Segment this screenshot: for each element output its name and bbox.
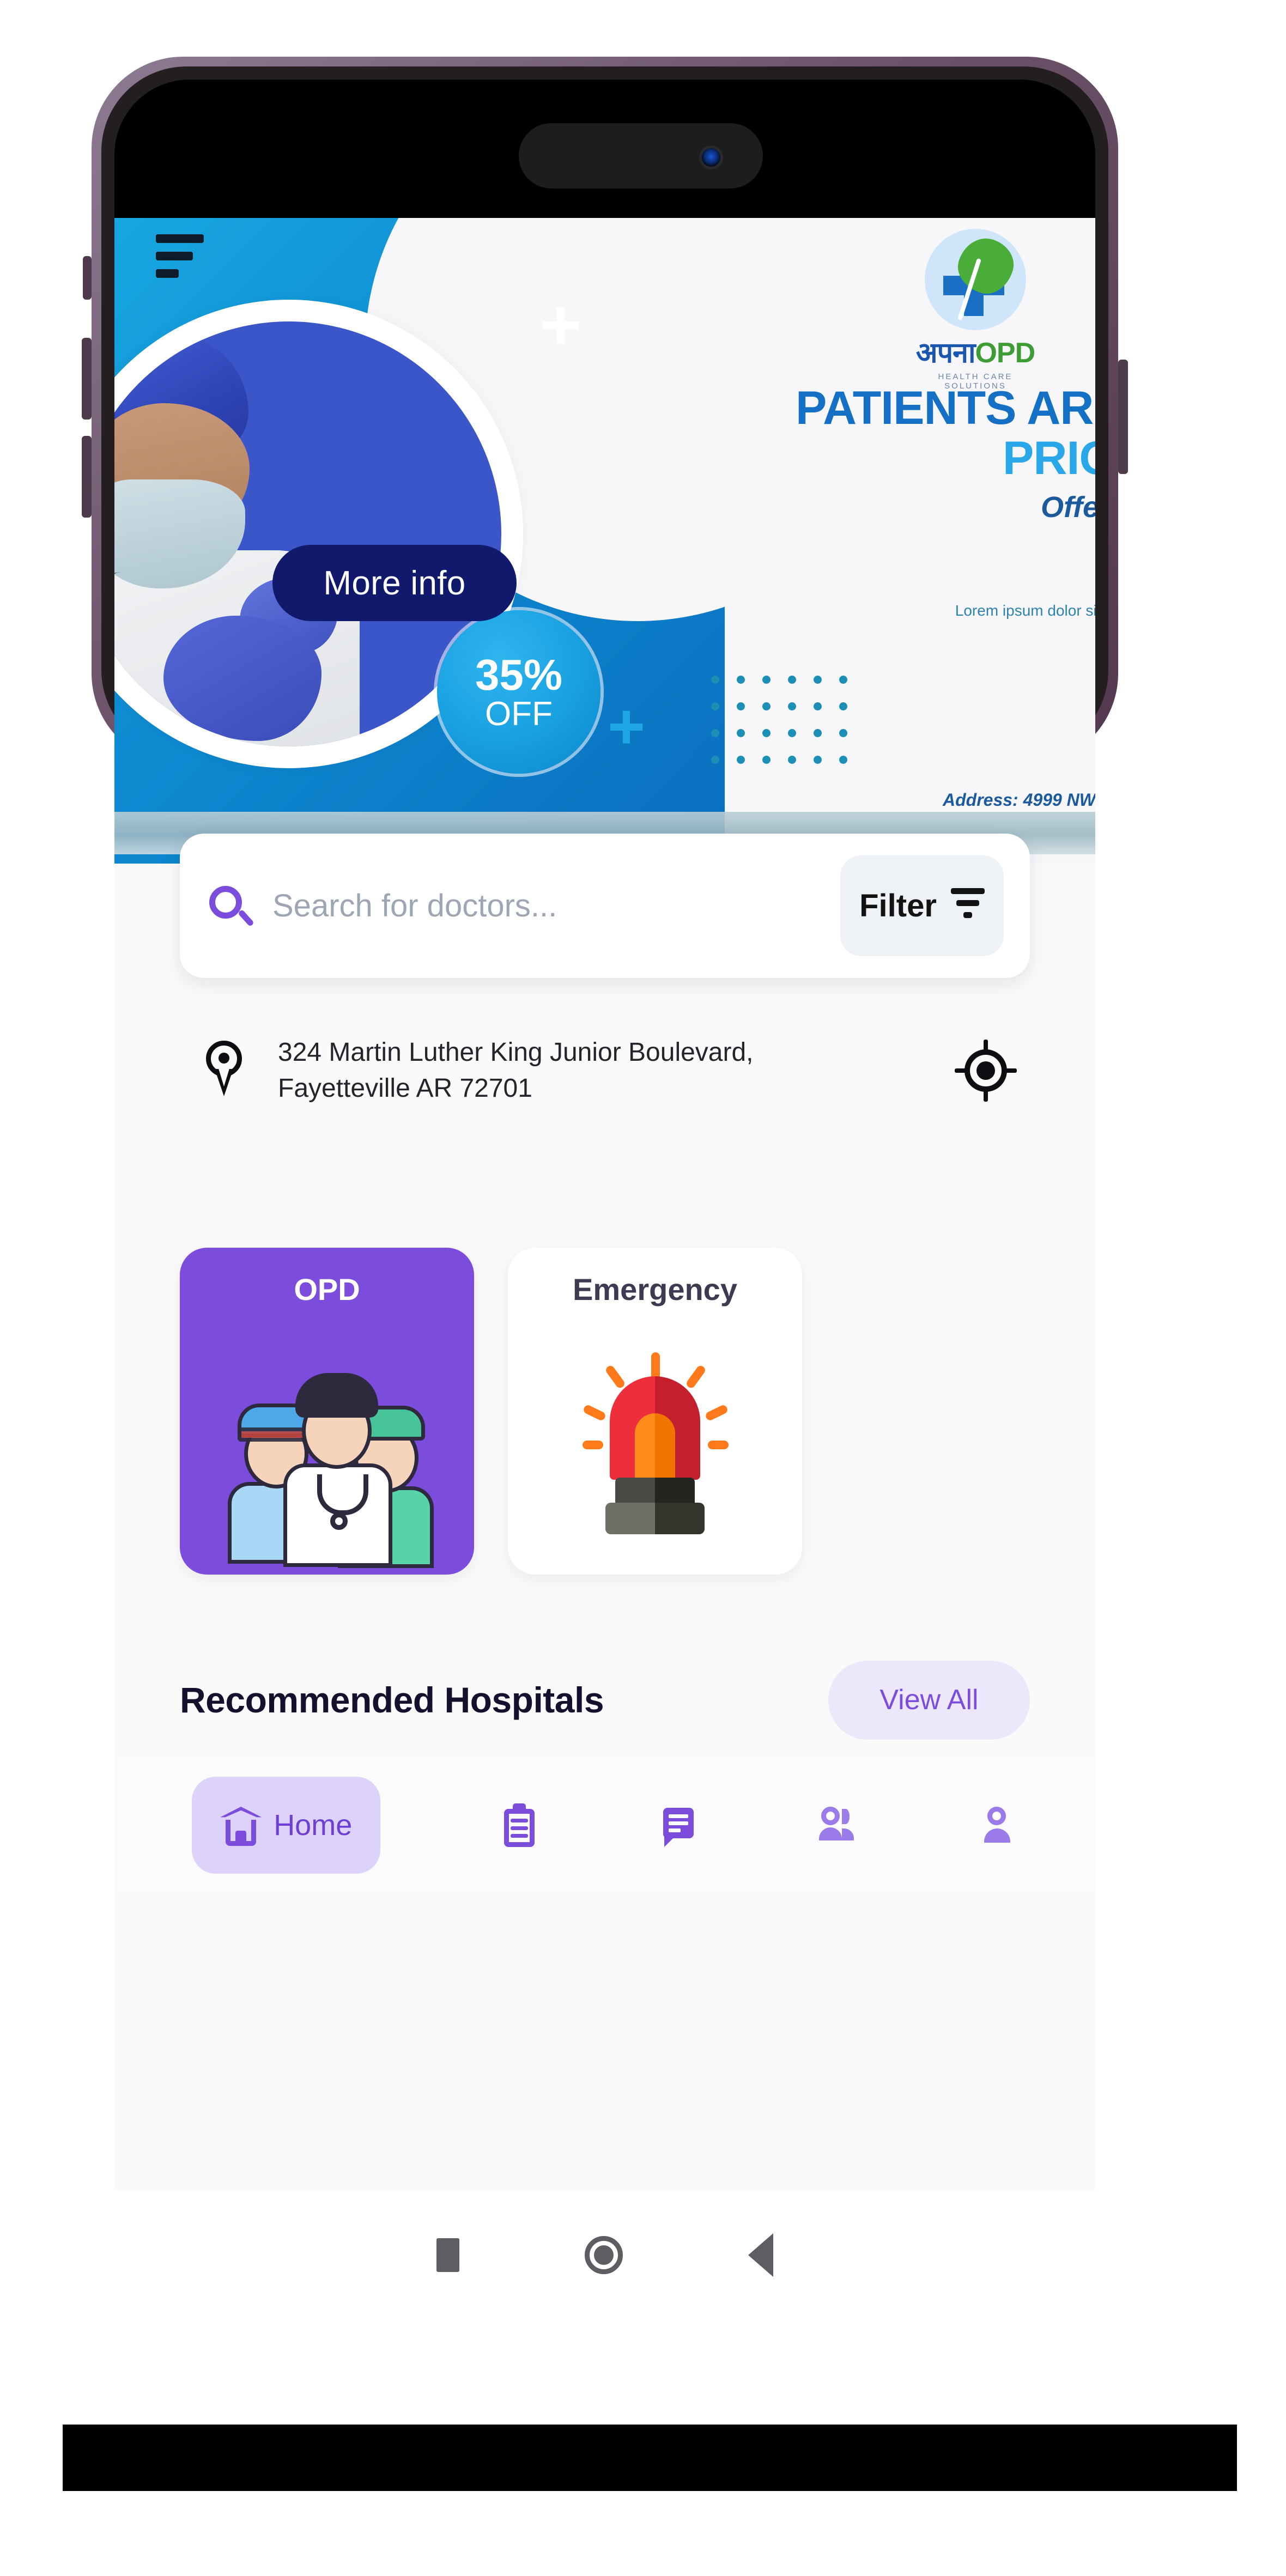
nav-item-profile[interactable] [976, 1777, 1018, 1874]
filter-icon [950, 888, 985, 924]
apnaopd-logo: अपनाOPD HEALTH CARE SOLUTIONS [910, 229, 1041, 391]
plus-decoration-top-icon: + [539, 284, 582, 364]
home-icon [220, 1803, 262, 1847]
banner-subheadline: Offers for you [1041, 491, 1095, 524]
bottom-navigation-bar: Home [114, 1760, 1095, 1891]
logo-cross-icon [925, 229, 1026, 330]
logo-opd-text: OPD [975, 337, 1035, 369]
recommended-hospitals-header: Recommended Hospitals View All [180, 1656, 1030, 1743]
square-recents-icon[interactable] [436, 2238, 459, 2272]
location-row[interactable]: 324 Martin Luther King Junior Boulevard,… [180, 1019, 1030, 1122]
category-card-opd[interactable]: OPD [180, 1248, 474, 1575]
power-button[interactable] [1118, 360, 1128, 474]
location-address: 324 Martin Luther King Junior Boulevard,… [278, 1035, 957, 1107]
banner-headline-line1: PATIENTS ARE OUR [796, 382, 1095, 434]
nav-item-community[interactable] [817, 1777, 858, 1874]
filter-button-label: Filter [859, 888, 937, 924]
chat-icon [658, 1803, 699, 1847]
siren-icon [551, 1329, 759, 1547]
mute-switch[interactable] [83, 256, 92, 300]
logo-wordmark: अपनाOPD [910, 332, 1041, 371]
promo-banner[interactable]: + + More info 35% OFF अपनाOPD HEALTH CAR… [114, 218, 1095, 864]
doctors-group-icon [223, 1329, 434, 1568]
nav-item-home[interactable]: Home [192, 1777, 381, 1874]
banner-address-value: 4999 NW 36th Street [1023, 790, 1095, 810]
view-all-button[interactable]: View All [828, 1660, 1030, 1740]
volume-down-button[interactable] [82, 436, 92, 518]
nav-item-home-label: Home [274, 1809, 353, 1842]
nav-item-records[interactable] [499, 1777, 540, 1874]
discount-off-label: OFF [485, 695, 553, 733]
banner-body-text: Lorem ipsum dolor sit amet, consectetuer… [955, 602, 1095, 619]
front-camera-icon [702, 148, 720, 167]
category-carousel[interactable]: OPD Emergency [180, 1248, 1095, 1585]
banner-dot-grid-decoration [711, 676, 865, 782]
address-line-2: Fayetteville AR 72701 [278, 1074, 532, 1103]
plus-decoration-bottom-icon: + [608, 691, 645, 763]
banner-address: Address: 4999 NW 36th Street [943, 790, 1095, 810]
hamburger-menu-icon[interactable] [156, 234, 204, 287]
address-line-1: 324 Martin Luther King Junior Boulevard, [278, 1037, 754, 1067]
filter-button[interactable]: Filter [840, 855, 1004, 956]
category-card-emergency-label: Emergency [573, 1272, 737, 1307]
clipboard-icon [499, 1803, 540, 1847]
person-icon [976, 1803, 1018, 1847]
search-icon [206, 883, 254, 929]
dynamic-island [519, 123, 763, 189]
android-system-navigation [114, 2190, 1095, 2320]
triangle-back-icon[interactable] [748, 2233, 773, 2277]
crosshair-gps-icon[interactable] [955, 1040, 1017, 1102]
banner-address-label: Address: [943, 790, 1018, 810]
search-input[interactable] [253, 887, 840, 925]
discount-badge: 35% OFF [437, 610, 600, 774]
bottom-black-bar [63, 2425, 1237, 2491]
category-card-emergency[interactable]: Emergency [508, 1248, 802, 1575]
discount-percent: 35% [475, 650, 563, 699]
section-title: Recommended Hospitals [180, 1680, 604, 1720]
category-card-opd-label: OPD [294, 1272, 360, 1307]
logo-hindi-text: अपना [915, 337, 976, 369]
map-pin-icon [202, 1041, 248, 1101]
more-info-button[interactable]: More info [272, 545, 517, 621]
users-icon [817, 1803, 858, 1847]
nav-item-messages[interactable] [658, 1777, 699, 1874]
circle-home-icon[interactable] [585, 2236, 623, 2274]
search-bar[interactable]: Filter [180, 834, 1030, 978]
app-viewport: + + More info 35% OFF अपनाOPD HEALTH CAR… [114, 218, 1095, 2190]
volume-up-button[interactable] [82, 338, 92, 420]
banner-headline-line2: PRIORITY [1003, 432, 1095, 484]
